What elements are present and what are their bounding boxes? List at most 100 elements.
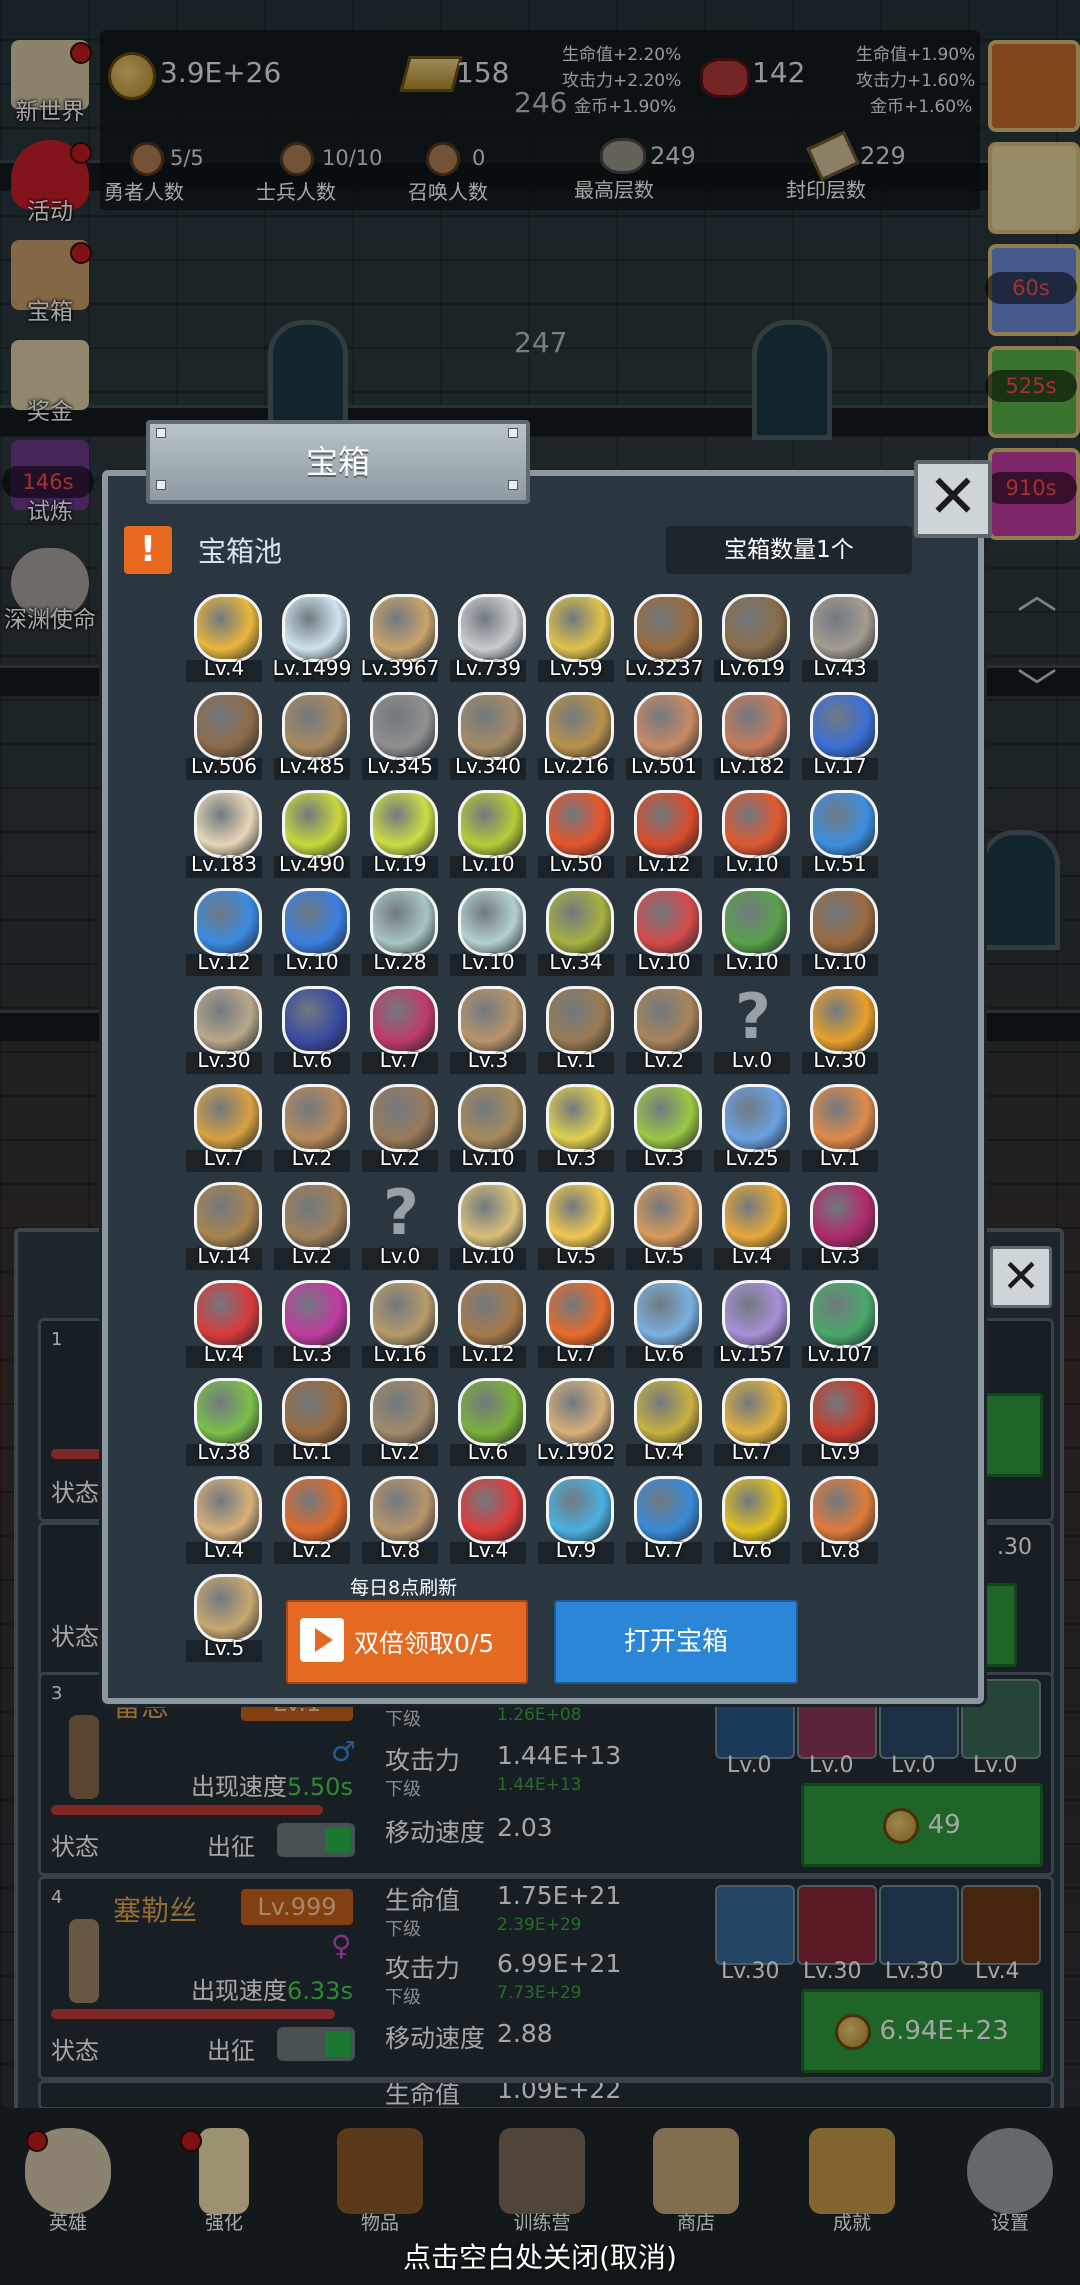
chest-pool-item[interactable]: Lv.506	[180, 688, 268, 786]
close-button[interactable]: ✕	[914, 460, 992, 538]
chest-pool-item[interactable]: Lv.19	[356, 786, 444, 884]
chest-pool-item[interactable]: Lv.38	[180, 1374, 268, 1472]
chest-pool-item[interactable]: Lv.9	[796, 1374, 884, 1472]
chest-pool-item[interactable]: Lv.4	[180, 1472, 268, 1570]
chest-pool-item[interactable]: Lv.6	[620, 1276, 708, 1374]
chest-pool-item[interactable]: Lv.16	[356, 1276, 444, 1374]
close-hint[interactable]: 点击空白处关闭(取消)	[0, 2236, 1080, 2276]
chest-pool-item[interactable]: Lv.216	[532, 688, 620, 786]
chest-pool-item[interactable]: Lv.3	[532, 1080, 620, 1178]
chest-pool-item[interactable]: Lv.5	[180, 1570, 268, 1668]
chest-pool-item[interactable]: Lv.345	[356, 688, 444, 786]
chest-pool-item[interactable]: Lv.3	[444, 982, 532, 1080]
armor-icon	[634, 594, 702, 662]
boot-icon	[722, 888, 790, 956]
chest-pool-item[interactable]: Lv.5	[620, 1178, 708, 1276]
chest-pool-item[interactable]: ? Lv.0	[356, 1178, 444, 1276]
chest-pool-item[interactable]: Lv.10	[620, 884, 708, 982]
chest-pool-item[interactable]: Lv.182	[708, 688, 796, 786]
chest-pool-item[interactable]: Lv.1	[268, 1374, 356, 1472]
chest-pool-item[interactable]: Lv.4	[444, 1472, 532, 1570]
chest-pool-item[interactable]: Lv.1	[796, 1080, 884, 1178]
chest-pool-item[interactable]: Lv.1902	[532, 1374, 620, 1472]
chest-pool-item[interactable]: Lv.107	[796, 1276, 884, 1374]
chest-pool-item[interactable]: Lv.10	[444, 884, 532, 982]
chest-pool-item[interactable]: Lv.3	[620, 1080, 708, 1178]
item-level: Lv.3	[819, 1244, 861, 1268]
panel-close-button[interactable]: ✕	[990, 1246, 1052, 1308]
chest-pool-item[interactable]: Lv.739	[444, 590, 532, 688]
chest-pool-item[interactable]: Lv.5	[532, 1178, 620, 1276]
chest-pool-item[interactable]: Lv.59	[532, 590, 620, 688]
chest-pool-item[interactable]: Lv.10	[444, 786, 532, 884]
double-claim-button[interactable]: 双倍领取0/5	[286, 1600, 528, 1684]
flame-icon	[546, 1280, 614, 1348]
potion-icon	[282, 888, 350, 956]
chest-pool-item[interactable]: Lv.501	[620, 688, 708, 786]
chest-pool-item[interactable]: Lv.7	[532, 1276, 620, 1374]
chest-pool-item[interactable]: Lv.10	[708, 884, 796, 982]
chest-pool-item[interactable]: Lv.619	[708, 590, 796, 688]
chest-pool-item[interactable]: Lv.2	[268, 1080, 356, 1178]
chest-pool-item[interactable]: Lv.12	[620, 786, 708, 884]
chest-pool-item[interactable]: Lv.10	[444, 1080, 532, 1178]
chest-pool-item[interactable]: Lv.12	[444, 1276, 532, 1374]
chest-pool-item[interactable]: Lv.9	[532, 1472, 620, 1570]
chest-pool-item[interactable]: Lv.157	[708, 1276, 796, 1374]
chest-pool-item[interactable]: Lv.43	[796, 590, 884, 688]
chest-pool-item[interactable]: Lv.2	[268, 1472, 356, 1570]
item-level: Lv.5	[203, 1636, 245, 1660]
chest-pool-item[interactable]: Lv.4	[180, 590, 268, 688]
chest-pool-item[interactable]: Lv.6	[444, 1374, 532, 1472]
chest-pool-item[interactable]: Lv.30	[180, 982, 268, 1080]
chest-pool-item[interactable]: Lv.10	[268, 884, 356, 982]
chest-pool-item[interactable]: Lv.10	[708, 786, 796, 884]
chest-pool-item[interactable]: ? Lv.0	[708, 982, 796, 1080]
chest-pool-item[interactable]: Lv.2	[620, 982, 708, 1080]
chest-pool-item[interactable]: Lv.3967	[356, 590, 444, 688]
chest-pool-item[interactable]: Lv.340	[444, 688, 532, 786]
open-chest-button[interactable]: 打开宝箱	[554, 1600, 798, 1684]
chest-pool-item[interactable]: Lv.7	[620, 1472, 708, 1570]
chest-pool-item[interactable]: Lv.10	[444, 1178, 532, 1276]
chest-pool-item[interactable]: Lv.4	[708, 1178, 796, 1276]
chest-pool-item[interactable]: Lv.7	[356, 982, 444, 1080]
card-icon	[282, 1476, 350, 1544]
chest-pool-item[interactable]: Lv.4	[180, 1276, 268, 1374]
chest-pool-item[interactable]: Lv.51	[796, 786, 884, 884]
chest-pool-item[interactable]: Lv.7	[180, 1080, 268, 1178]
cane-icon	[458, 1084, 526, 1152]
chest-pool-item[interactable]: Lv.17	[796, 688, 884, 786]
chest-pool-item[interactable]: Lv.485	[268, 688, 356, 786]
chest-pool-item[interactable]: Lv.4	[620, 1374, 708, 1472]
chest-pool-item[interactable]: Lv.25	[708, 1080, 796, 1178]
jar-icon	[810, 692, 878, 760]
chest-pool-item[interactable]: Lv.490	[268, 786, 356, 884]
chest-pool-item[interactable]: Lv.7	[708, 1374, 796, 1472]
chest-pool-item[interactable]: Lv.1499	[268, 590, 356, 688]
chest-pool-item[interactable]: Lv.183	[180, 786, 268, 884]
chest-pool-item[interactable]: Lv.50	[532, 786, 620, 884]
chest-pool-item[interactable]: Lv.30	[796, 982, 884, 1080]
boot-icon	[810, 888, 878, 956]
chest-pool-item[interactable]: Lv.2	[356, 1080, 444, 1178]
chest-pool-item[interactable]: Lv.2	[356, 1374, 444, 1472]
amulet-icon	[810, 1280, 878, 1348]
chest-pool-item[interactable]: Lv.8	[356, 1472, 444, 1570]
chest-pool-item[interactable]: Lv.3	[796, 1178, 884, 1276]
chest-pool-item[interactable]: Lv.6	[268, 982, 356, 1080]
chest-pool-item[interactable]: Lv.6	[708, 1472, 796, 1570]
chest-pool-item[interactable]: Lv.8	[796, 1472, 884, 1570]
chest-pool-item[interactable]: Lv.14	[180, 1178, 268, 1276]
honey-icon	[722, 1182, 790, 1250]
chest-pool-item[interactable]: Lv.10	[796, 884, 884, 982]
chest-pool-item[interactable]: Lv.28	[356, 884, 444, 982]
potion-icon	[546, 790, 614, 858]
chest-pool-item[interactable]: Lv.12	[180, 884, 268, 982]
backpack-icon	[194, 1182, 262, 1250]
chest-pool-item[interactable]: Lv.3237	[620, 590, 708, 688]
chest-pool-item[interactable]: Lv.34	[532, 884, 620, 982]
chest-pool-item[interactable]: Lv.2	[268, 1178, 356, 1276]
chest-pool-item[interactable]: Lv.3	[268, 1276, 356, 1374]
chest-pool-item[interactable]: Lv.1	[532, 982, 620, 1080]
